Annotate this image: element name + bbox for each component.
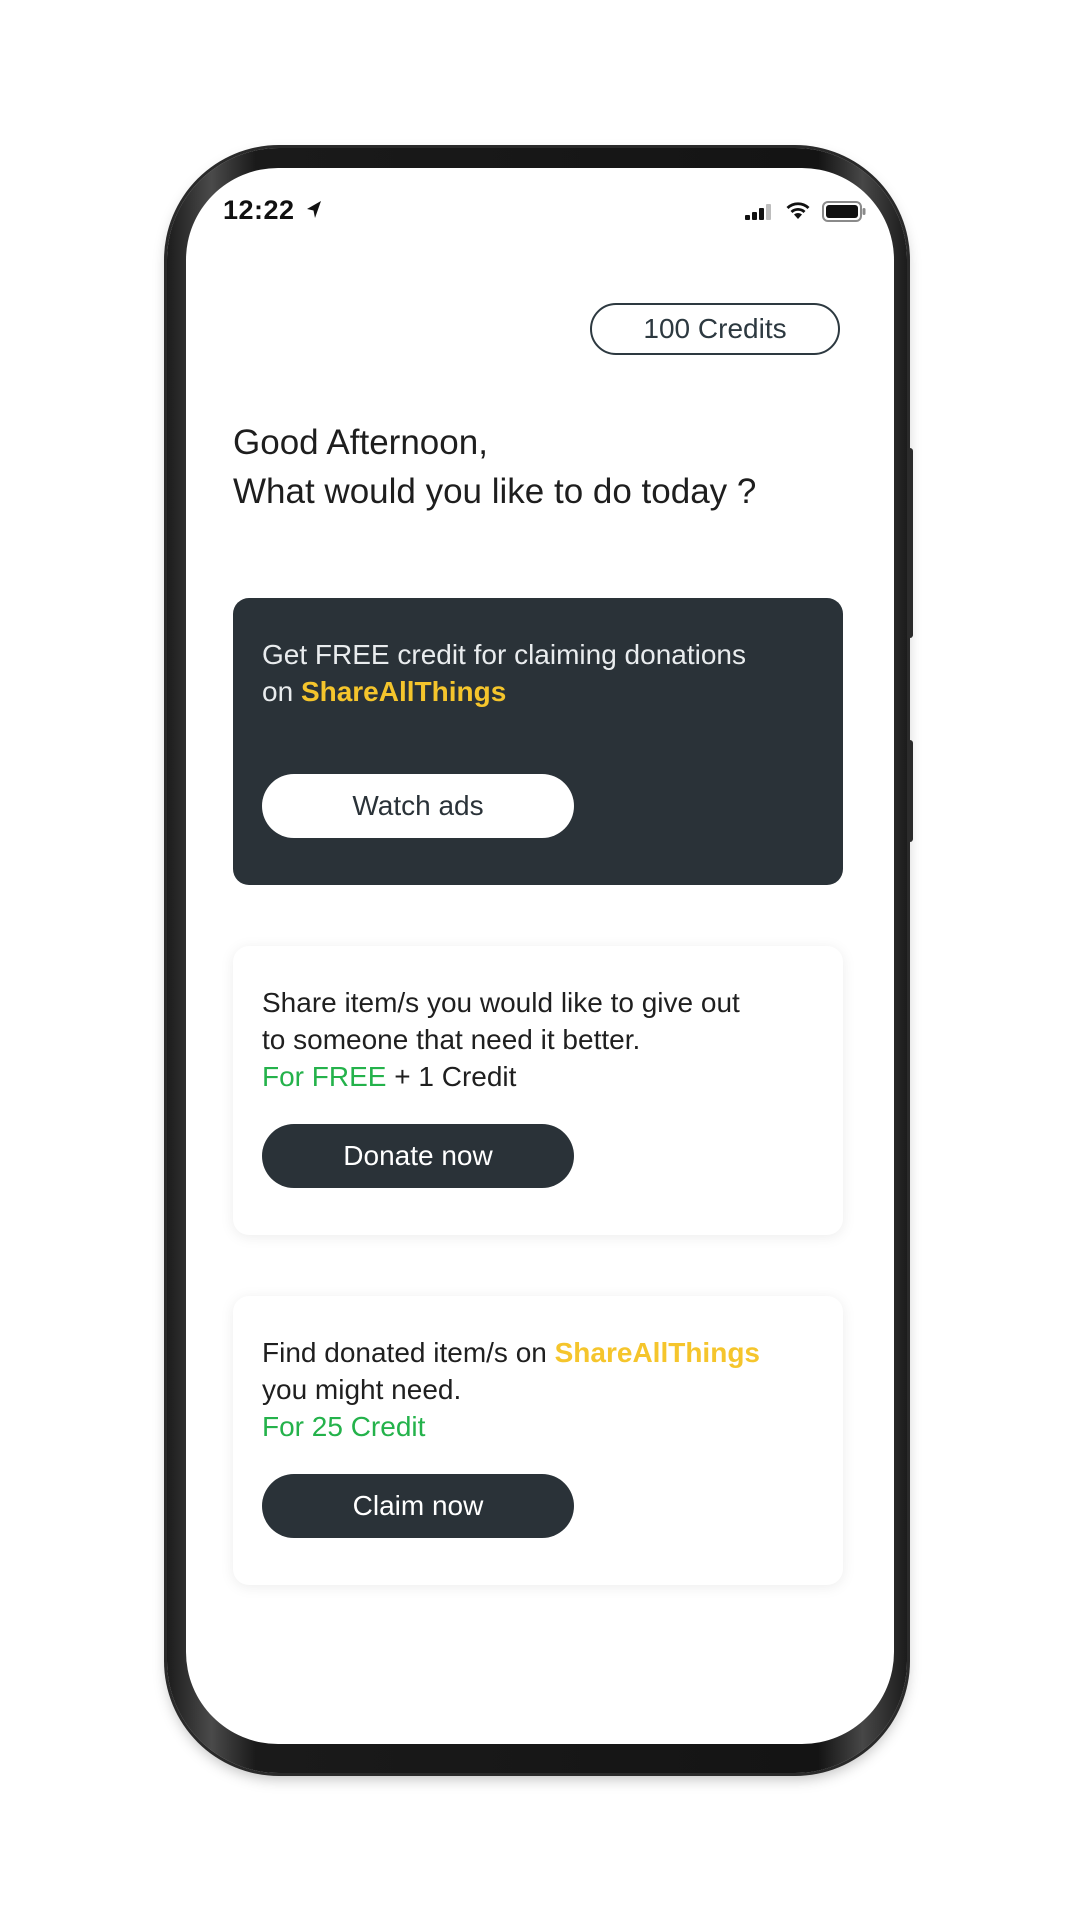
donate-description: Share item/s you would like to give out …	[262, 984, 740, 1095]
claim-line-2: you might need.	[262, 1374, 462, 1405]
stage: 12:22 100 Credits Good Afternoon, What w…	[0, 0, 1080, 1920]
claim-price: For 25 Credit	[262, 1411, 426, 1442]
donate-card: Share item/s you would like to give out …	[233, 946, 843, 1235]
watch-ads-line-1: Get FREE credit for claiming donations	[262, 639, 746, 670]
greeting-line-1: Good Afternoon,	[233, 423, 488, 462]
watch-ads-button[interactable]: Watch ads	[262, 774, 574, 838]
greeting: Good Afternoon, What would you like to d…	[233, 418, 756, 516]
donate-line-1: Share item/s you would like to give out	[262, 987, 740, 1018]
greeting-line-2: What would you like to do today ?	[233, 472, 757, 511]
power-button	[907, 740, 913, 842]
brand-name: ShareAllThings	[300, 676, 507, 707]
location-arrow-icon	[307, 201, 321, 218]
donate-now-button[interactable]: Donate now	[262, 1124, 574, 1188]
claim-line-1-prefix: Find donated item/s on	[262, 1337, 555, 1368]
status-time: 12:22	[223, 195, 295, 225]
watch-ads-line-2-prefix: on	[262, 676, 301, 707]
donate-price-rest: + 1 Credit	[386, 1061, 517, 1092]
volume-button	[907, 448, 913, 638]
claim-now-button[interactable]: Claim now	[262, 1474, 574, 1538]
brand-name: ShareAllThings	[554, 1337, 760, 1368]
wifi-icon	[786, 202, 810, 219]
watch-ads-description: Get FREE credit for claiming donations o…	[262, 636, 746, 710]
donate-line-2: to someone that need it better.	[262, 1024, 641, 1055]
claim-description: Find donated item/s on ShareAllThings yo…	[262, 1334, 760, 1445]
claim-card: Find donated item/s on ShareAllThings yo…	[233, 1296, 843, 1585]
credits-badge[interactable]: 100 Credits	[590, 303, 840, 355]
cellular-signal-icon	[745, 204, 771, 220]
donate-price: For FREE + 1 Credit	[262, 1058, 740, 1095]
claim-line-1: Find donated item/s on ShareAllThings	[262, 1334, 760, 1371]
watch-ads-line-2: on ShareAllThings	[262, 673, 746, 710]
battery-icon	[822, 201, 866, 222]
donate-price-highlight: For FREE	[262, 1061, 387, 1092]
watch-ads-card: Get FREE credit for claiming donations o…	[233, 598, 843, 885]
